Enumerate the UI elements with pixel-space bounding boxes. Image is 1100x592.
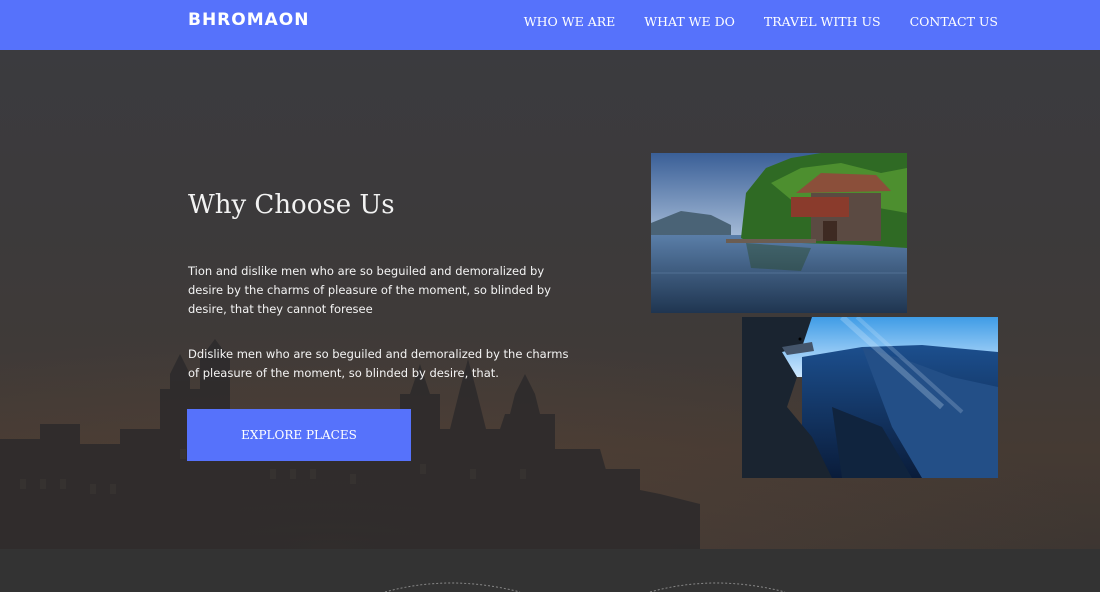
mountain-canyon-photo xyxy=(742,317,998,478)
nav-link-what-we-do[interactable]: WHAT WE DO xyxy=(644,14,735,29)
brand-logo[interactable]: BHROMAON xyxy=(188,10,309,30)
main-nav: WHO WE ARE WHAT WE DO TRAVEL WITH US CON… xyxy=(495,0,998,42)
lake-boathouse-photo xyxy=(651,153,907,313)
hero-section: Why Choose Us Tion and dislike men who a… xyxy=(0,50,1100,549)
nav-link-contact-us[interactable]: CONTACT US xyxy=(910,14,998,29)
top-navbar: BHROMAON WHO WE ARE WHAT WE DO TRAVEL WI… xyxy=(0,0,1100,50)
footer-strip xyxy=(0,549,1100,592)
section-title: Why Choose Us xyxy=(188,190,395,220)
intro-paragraph-1: Tion and dislike men who are so beguiled… xyxy=(188,264,551,316)
nav-link-who-we-are[interactable]: WHO WE ARE xyxy=(524,14,615,29)
footer-decorative-arcs xyxy=(384,582,786,592)
intro-paragraph-2: Ddislike men who are so beguiled and dem… xyxy=(188,347,569,380)
explore-places-button[interactable]: EXPLORE PLACES xyxy=(187,409,411,461)
nav-link-travel-with-us[interactable]: TRAVEL WITH US xyxy=(764,14,881,29)
